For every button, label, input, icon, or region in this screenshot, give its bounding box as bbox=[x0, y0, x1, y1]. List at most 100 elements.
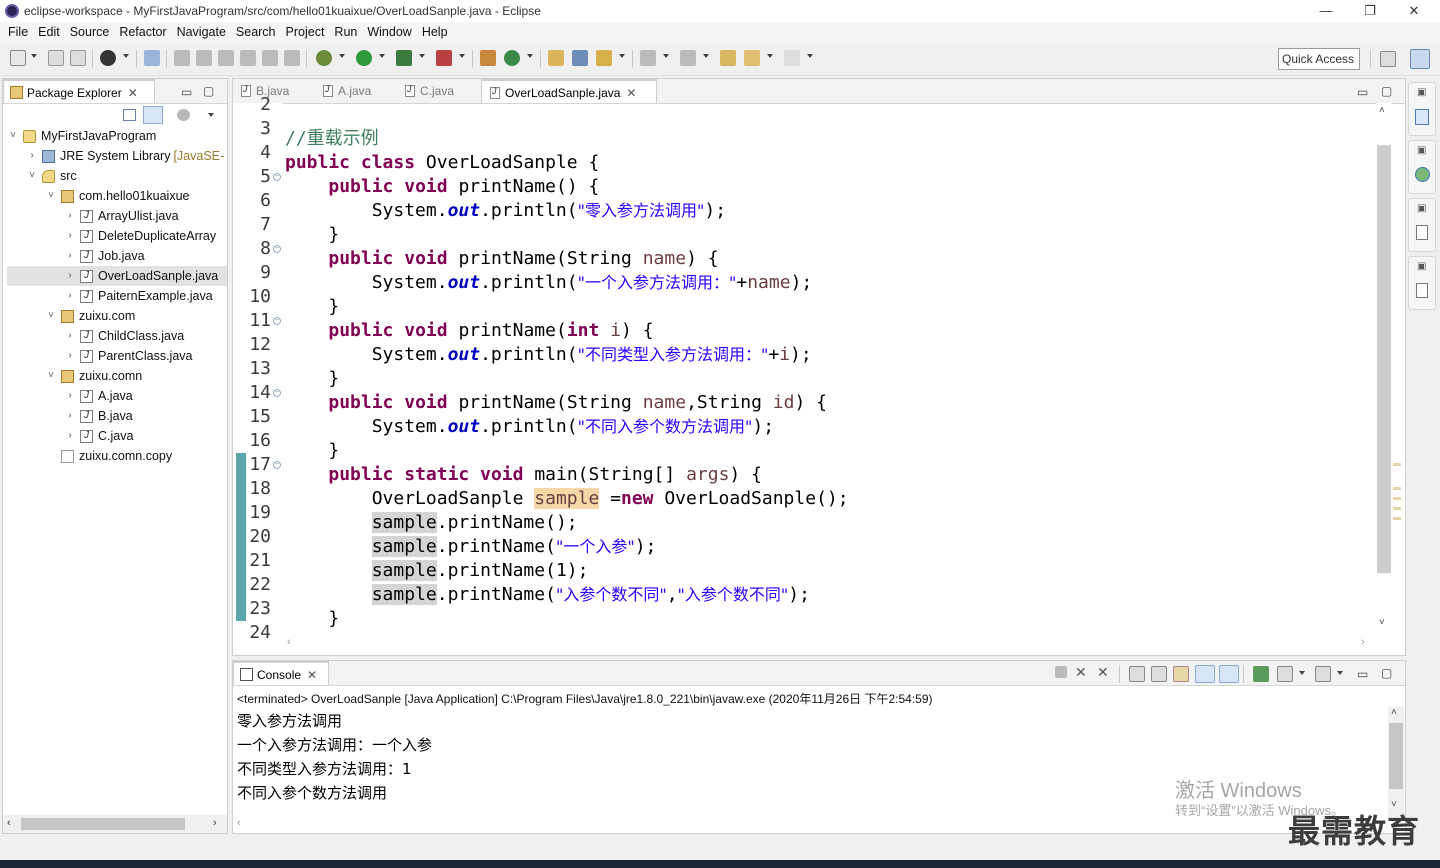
chevron-right-icon[interactable]: › bbox=[64, 270, 76, 282]
new-class-dropdown-arrow-icon[interactable] bbox=[527, 54, 533, 58]
run-icon[interactable] bbox=[356, 50, 372, 66]
terminate-icon[interactable] bbox=[1055, 666, 1067, 678]
java-perspective-icon[interactable] bbox=[1410, 49, 1430, 69]
overview-ruler-marker[interactable] bbox=[1393, 507, 1401, 510]
chevron-down-icon[interactable]: ˅ bbox=[45, 310, 57, 322]
tree-item[interactable]: › ArrayUlist.java bbox=[7, 206, 227, 226]
outline-icon[interactable] bbox=[1415, 109, 1429, 125]
show-whitespace-icon[interactable] bbox=[218, 50, 234, 66]
chevron-right-icon[interactable]: › bbox=[26, 150, 38, 162]
tree-item[interactable]: › A.java bbox=[7, 386, 227, 406]
view-menu-filter-icon[interactable] bbox=[177, 109, 190, 121]
maximize-view-icon[interactable]: ▢ bbox=[1381, 666, 1392, 680]
menu-edit[interactable]: Edit bbox=[34, 22, 66, 43]
minimize-view-icon[interactable]: ▭ bbox=[1357, 667, 1368, 681]
external-tools-icon[interactable] bbox=[436, 50, 452, 66]
fold-collapse-icon[interactable]: − bbox=[273, 317, 281, 325]
fold-collapse-icon[interactable]: − bbox=[273, 389, 281, 397]
tree-item[interactable]: › DeleteDuplicateArray bbox=[7, 226, 227, 246]
clear-console-icon[interactable] bbox=[1129, 666, 1145, 682]
run-dropdown-arrow-icon[interactable] bbox=[379, 54, 385, 58]
restore-icon[interactable]: ▣ bbox=[1417, 203, 1426, 214]
debug-icon[interactable] bbox=[316, 50, 332, 66]
search-icon[interactable] bbox=[596, 50, 612, 66]
tab-overloadsanple-java[interactable]: OverLoadSanple.java ✕ bbox=[481, 79, 657, 103]
external-tools-dropdown-arrow-icon[interactable] bbox=[459, 54, 465, 58]
maximize-view-icon[interactable]: ▢ bbox=[203, 84, 214, 98]
chevron-right-icon[interactable]: › bbox=[64, 390, 76, 402]
open-task-icon[interactable] bbox=[572, 50, 588, 66]
chevron-down-icon[interactable]: ˅ bbox=[45, 190, 57, 202]
new-java-class-icon[interactable] bbox=[504, 50, 520, 66]
scroll-down-icon[interactable]: ˅ bbox=[1379, 617, 1385, 628]
fold-collapse-icon[interactable]: − bbox=[273, 461, 281, 469]
tree-item[interactable]: › ParentClass.java bbox=[7, 346, 227, 366]
scroll-left-icon[interactable]: ‹ bbox=[7, 817, 11, 829]
tree-item[interactable]: ˅ com.hello01kuaixue bbox=[7, 186, 227, 206]
link-with-editor-icon[interactable] bbox=[143, 106, 163, 124]
chevron-right-icon[interactable] bbox=[45, 450, 57, 462]
scroll-up-icon[interactable]: ˄ bbox=[1391, 707, 1397, 718]
menu-search[interactable]: Search bbox=[232, 22, 282, 43]
menu-source[interactable]: Source bbox=[66, 22, 116, 43]
maximize-view-icon[interactable]: ▢ bbox=[1381, 84, 1392, 98]
overview-ruler-marker[interactable] bbox=[1393, 463, 1401, 466]
next-annotation-icon[interactable] bbox=[640, 50, 656, 66]
tree-item[interactable]: ˅ src bbox=[7, 166, 227, 186]
editor-scroll-thumb[interactable] bbox=[1377, 145, 1391, 573]
tab-package-explorer[interactable]: Package Explorer ✕ bbox=[3, 79, 155, 103]
tree-item[interactable]: › C.java bbox=[7, 426, 227, 446]
package-explorer-hscroll[interactable]: ‹ › bbox=[3, 815, 227, 833]
forward-icon[interactable] bbox=[784, 50, 800, 66]
chevron-down-icon[interactable]: ˅ bbox=[45, 370, 57, 382]
minimize-view-icon[interactable]: ▭ bbox=[1357, 85, 1368, 99]
chevron-right-icon[interactable]: › bbox=[64, 330, 76, 342]
chevron-right-icon[interactable]: › bbox=[64, 430, 76, 442]
restore-button[interactable]: ❐ bbox=[1348, 0, 1392, 22]
scroll-thumb[interactable] bbox=[1389, 723, 1403, 789]
new-dropdown-arrow-icon[interactable] bbox=[31, 54, 37, 58]
previous-annotation-dropdown-arrow-icon[interactable] bbox=[703, 54, 709, 58]
remove-launch-icon[interactable]: ✕ bbox=[1075, 664, 1087, 681]
close-icon[interactable]: ✕ bbox=[307, 668, 317, 682]
toggle-mark-icon[interactable] bbox=[174, 50, 190, 66]
show-on-stdout-icon[interactable] bbox=[1195, 665, 1215, 683]
restore-icon[interactable]: ▣ bbox=[1417, 87, 1426, 98]
console-vscroll[interactable]: ˄ ˅ bbox=[1388, 707, 1404, 817]
word-wrap-icon[interactable] bbox=[240, 50, 256, 66]
chevron-right-icon[interactable]: › bbox=[64, 230, 76, 242]
close-icon[interactable]: ✕ bbox=[626, 86, 636, 100]
tab-a-java[interactable]: A.java bbox=[315, 79, 397, 103]
restore-icon[interactable]: ▣ bbox=[1417, 145, 1426, 156]
scroll-left-icon[interactable]: ‹ bbox=[287, 636, 291, 648]
scroll-right-icon[interactable]: › bbox=[1361, 636, 1365, 648]
chevron-down-icon[interactable]: ˅ bbox=[7, 130, 19, 142]
menu-window[interactable]: Window bbox=[363, 22, 417, 43]
tree-item[interactable]: zuixu.comn.copy bbox=[7, 446, 227, 466]
close-button[interactable]: ✕ bbox=[1392, 0, 1436, 22]
chevron-right-icon[interactable]: › bbox=[64, 210, 76, 222]
tree-item[interactable]: › OverLoadSanple.java bbox=[7, 266, 227, 286]
chevron-right-icon[interactable]: › bbox=[64, 290, 76, 302]
scroll-thumb[interactable] bbox=[21, 818, 185, 830]
tab-console[interactable]: Console ✕ bbox=[233, 661, 329, 685]
tree-item[interactable]: ˅ zuixu.com bbox=[7, 306, 227, 326]
back-dropdown-arrow-icon[interactable] bbox=[767, 54, 773, 58]
debug-dropdown-arrow-icon[interactable] bbox=[339, 54, 345, 58]
tree-item[interactable]: › Job.java bbox=[7, 246, 227, 266]
new-icon[interactable] bbox=[10, 50, 26, 66]
scroll-left-icon[interactable]: ‹ bbox=[237, 817, 241, 829]
tree-item[interactable]: › JRE System Library [JavaSE- bbox=[7, 146, 227, 166]
previous-annotation-icon[interactable] bbox=[680, 50, 696, 66]
chevron-right-icon[interactable]: › bbox=[64, 410, 76, 422]
display-console-dropdown-arrow-icon[interactable] bbox=[1299, 671, 1305, 675]
remove-all-terminated-icon[interactable]: ✕ bbox=[1097, 664, 1109, 681]
coverage-dropdown-arrow-icon[interactable] bbox=[419, 54, 425, 58]
user-dropdown-arrow-icon[interactable] bbox=[123, 54, 129, 58]
coverage-icon[interactable] bbox=[396, 50, 412, 66]
tree-item[interactable]: › B.java bbox=[7, 406, 227, 426]
scroll-up-icon[interactable]: ˄ bbox=[1379, 105, 1385, 116]
fold-collapse-icon[interactable]: − bbox=[273, 173, 281, 181]
menu-refactor[interactable]: Refactor bbox=[115, 22, 172, 43]
close-icon[interactable]: ✕ bbox=[128, 86, 138, 100]
